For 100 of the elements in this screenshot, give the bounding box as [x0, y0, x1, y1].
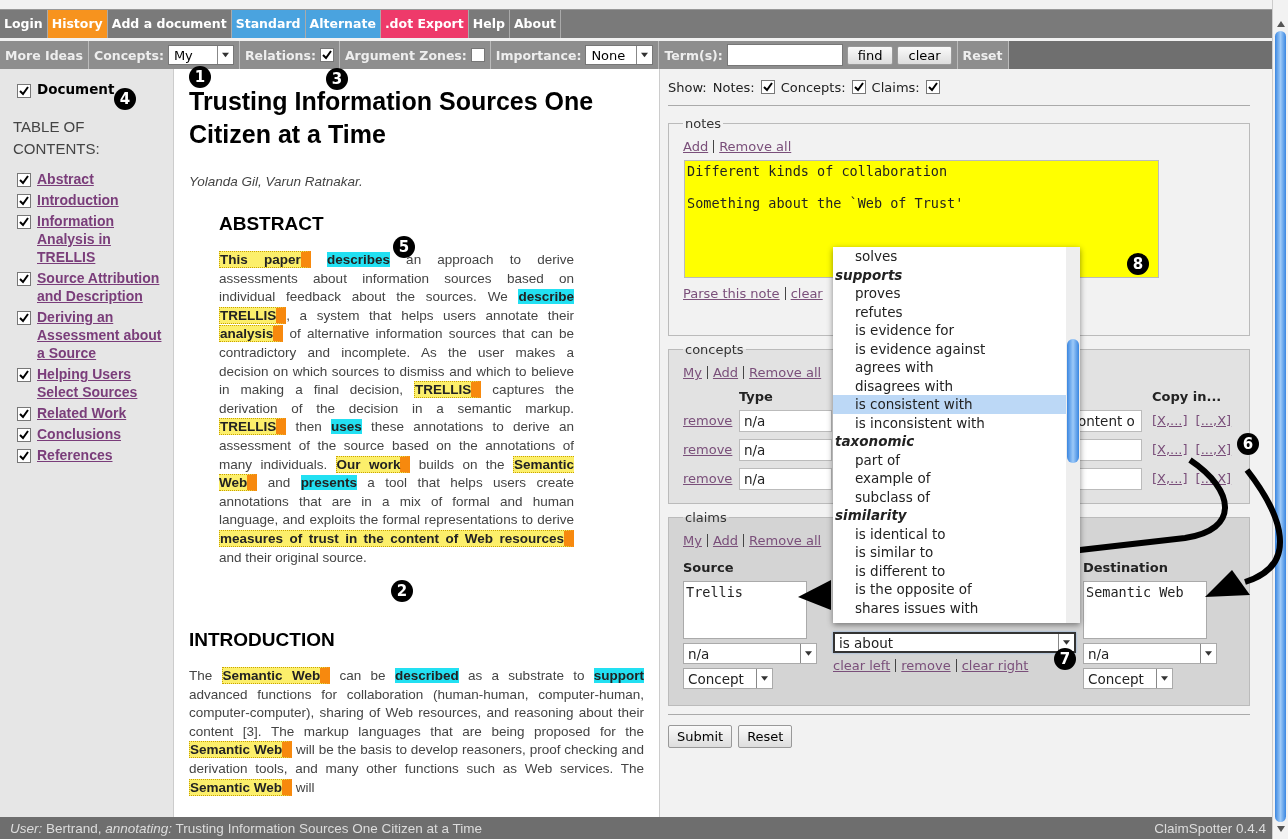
- form-button[interactable]: Reset: [738, 725, 793, 748]
- link[interactable]: clear: [790, 286, 823, 301]
- dropdown-option[interactable]: proves: [833, 284, 1066, 303]
- type-select[interactable]: Concept: [1083, 668, 1173, 689]
- remove-link[interactable]: remove: [683, 471, 739, 486]
- checkbox[interactable]: [17, 449, 31, 463]
- checkbox[interactable]: [17, 272, 31, 286]
- copy-right-link[interactable]: [...,X]: [1195, 413, 1232, 428]
- scrollbar[interactable]: [1272, 0, 1288, 839]
- toggle-label: Notes:: [712, 79, 755, 95]
- destination-field[interactable]: Semantic Web: [1083, 581, 1207, 639]
- fieldset-legend: concepts: [683, 342, 746, 357]
- copy-right-link[interactable]: [...,X]: [1195, 442, 1232, 457]
- callout-marker: 6: [1237, 433, 1259, 455]
- link[interactable]: Add: [712, 533, 739, 548]
- dropdown-option[interactable]: subclass of: [833, 487, 1066, 506]
- type-field[interactable]: n/a: [739, 438, 832, 461]
- toggle-label: Concepts:: [780, 79, 846, 95]
- dropdown-option[interactable]: shares issues with: [833, 598, 1066, 617]
- list-scrollbar[interactable]: [1066, 247, 1080, 623]
- dropdown-option[interactable]: disagrees with: [833, 376, 1066, 395]
- checkbox[interactable]: [851, 80, 866, 94]
- dropdown-option[interactable]: is evidence for: [833, 321, 1066, 340]
- dropdown-option[interactable]: is identical to: [833, 524, 1066, 543]
- column-header: Type: [739, 388, 774, 404]
- toc-link[interactable]: References: [37, 446, 113, 464]
- importance-select[interactable]: None: [585, 45, 654, 65]
- source-label: Source: [683, 560, 735, 575]
- toc-link[interactable]: Related Work: [37, 404, 127, 422]
- dropdown-option[interactable]: example of: [833, 469, 1066, 488]
- toc-link[interactable]: Abstract: [37, 170, 94, 188]
- link[interactable]: My: [683, 365, 702, 380]
- dropdown-option[interactable]: is different to: [833, 561, 1066, 580]
- toc-link[interactable]: Information Analysis in TRELLIS: [37, 212, 167, 266]
- remove-link[interactable]: remove: [683, 413, 739, 428]
- menu-item[interactable]: Add a document: [107, 10, 232, 38]
- relation-select[interactable]: is about: [833, 632, 1076, 653]
- link[interactable]: Remove all: [719, 139, 792, 154]
- toc-link[interactable]: Helping Users Select Sources: [37, 365, 167, 401]
- value-select[interactable]: n/a: [1083, 643, 1217, 664]
- link[interactable]: Parse this note: [683, 286, 780, 301]
- menu-item[interactable]: About: [509, 10, 562, 38]
- link[interactable]: Add: [712, 365, 739, 380]
- dropdown-option[interactable]: agrees with: [833, 358, 1066, 377]
- toc-link[interactable]: Conclusions: [37, 425, 121, 443]
- link[interactable]: Remove all: [749, 365, 822, 380]
- terms-field[interactable]: [726, 44, 843, 66]
- checkbox[interactable]: [17, 173, 31, 187]
- dropdown-option[interactable]: part of: [833, 450, 1066, 469]
- source-field[interactable]: Trellis: [683, 581, 807, 639]
- dropdown-option[interactable]: is the opposite of: [833, 580, 1066, 599]
- type-field[interactable]: n/a: [739, 467, 832, 490]
- checkbox[interactable]: [17, 194, 31, 208]
- type-field[interactable]: n/a: [739, 409, 832, 432]
- column-header: Copy in...: [1152, 388, 1222, 404]
- checkbox[interactable]: [17, 428, 31, 442]
- link[interactable]: Add: [683, 139, 709, 154]
- checkbox[interactable]: [470, 48, 485, 62]
- checkbox[interactable]: [760, 80, 775, 94]
- link[interactable]: My: [683, 533, 702, 548]
- checkbox[interactable]: [17, 311, 31, 325]
- menu-item[interactable]: Help: [468, 10, 510, 38]
- copy-left-link[interactable]: [X,...]: [1152, 442, 1188, 457]
- remove-link[interactable]: remove: [683, 442, 739, 457]
- relations-label: Relations:: [244, 47, 316, 63]
- dropdown-option[interactable]: refutes: [833, 302, 1066, 321]
- link[interactable]: Remove all: [749, 533, 822, 548]
- toc-link[interactable]: Deriving an Assessment about a Source: [37, 308, 167, 362]
- form-button[interactable]: Submit: [668, 725, 733, 748]
- dropdown-option[interactable]: is evidence against: [833, 339, 1066, 358]
- dropdown-option[interactable]: is consistent with: [833, 395, 1066, 414]
- find-button[interactable]: find: [846, 45, 894, 65]
- copy-left-link[interactable]: [X,...]: [1152, 413, 1188, 428]
- value-select[interactable]: n/a: [683, 643, 817, 664]
- link[interactable]: clear right: [961, 658, 1029, 673]
- importance-label: Importance:: [495, 47, 582, 63]
- show-label: Show:: [668, 79, 707, 95]
- clear-button[interactable]: clear: [897, 45, 952, 65]
- dropdown-option[interactable]: is similar to: [833, 543, 1066, 562]
- dropdown-option[interactable]: solves: [833, 247, 1066, 266]
- scroll-down-icon[interactable]: [1275, 825, 1286, 833]
- checkbox[interactable]: [319, 48, 334, 62]
- checkbox[interactable]: [17, 84, 31, 98]
- type-select[interactable]: Concept: [683, 668, 773, 689]
- link[interactable]: clear left: [833, 658, 891, 673]
- concepts-select[interactable]: My: [167, 45, 234, 65]
- link[interactable]: remove: [901, 658, 951, 673]
- status-text: User: Bertrand, annotating: Trusting Information Sources One Citizen at a Time: [10, 820, 482, 836]
- concepts-label: Concepts:: [94, 47, 164, 63]
- checkbox[interactable]: [17, 215, 31, 229]
- checkbox[interactable]: [17, 407, 31, 421]
- menu-item[interactable]: .dot Export: [380, 10, 469, 38]
- checkbox[interactable]: [17, 368, 31, 382]
- toc-link[interactable]: Source Attribution and Description: [37, 269, 167, 305]
- scroll-up-icon[interactable]: [1275, 20, 1286, 28]
- toc-link[interactable]: Introduction: [37, 191, 119, 209]
- fieldset-legend: claims: [683, 510, 729, 525]
- checkbox[interactable]: [925, 80, 940, 94]
- menu-item[interactable]: Login: [0, 10, 48, 38]
- copy-left-link[interactable]: [X,...]: [1152, 471, 1188, 486]
